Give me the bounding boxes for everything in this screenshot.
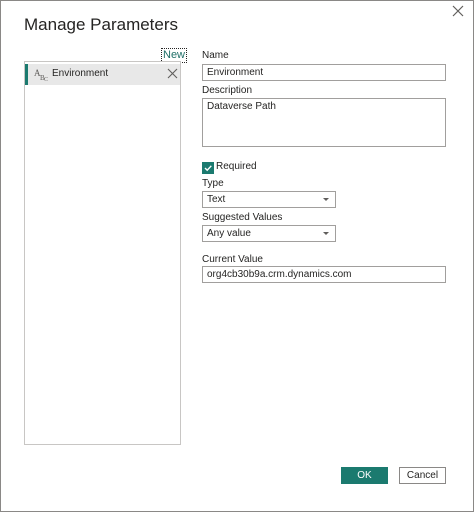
current-value-input[interactable]: org4cb30b9a.crm.dynamics.com bbox=[202, 266, 446, 283]
required-label: Required bbox=[216, 161, 257, 172]
manage-parameters-dialog: Manage Parameters New A B C Environment … bbox=[0, 0, 474, 512]
current-value-label: Current Value bbox=[202, 254, 263, 265]
text-type-icon: A B C bbox=[34, 68, 48, 82]
close-icon[interactable] bbox=[167, 68, 178, 79]
svg-text:C: C bbox=[44, 77, 48, 82]
dialog-title: Manage Parameters bbox=[24, 15, 179, 34]
close-icon bbox=[452, 5, 464, 17]
description-label: Description bbox=[202, 85, 253, 96]
parameter-list-item-label: Environment bbox=[52, 68, 109, 79]
suggested-values-select-value: Any value bbox=[207, 228, 251, 239]
type-label: Type bbox=[202, 178, 224, 189]
type-select[interactable]: Text bbox=[202, 191, 336, 208]
description-textarea[interactable]: Dataverse Path bbox=[202, 98, 446, 147]
type-select-value: Text bbox=[207, 194, 226, 205]
name-label: Name bbox=[202, 50, 229, 61]
cancel-button[interactable]: Cancel bbox=[399, 467, 446, 484]
parameter-list-item[interactable]: A B C Environment bbox=[25, 64, 180, 85]
suggested-values-label: Suggested Values bbox=[202, 212, 283, 223]
ok-button[interactable]: OK bbox=[341, 467, 388, 484]
parameter-list: A B C Environment bbox=[24, 61, 181, 445]
close-button[interactable] bbox=[450, 3, 466, 19]
chevron-down-icon bbox=[323, 232, 329, 235]
required-checkbox[interactable] bbox=[202, 162, 214, 174]
checkmark-icon bbox=[204, 165, 212, 172]
suggested-values-select[interactable]: Any value bbox=[202, 225, 336, 242]
name-input[interactable]: Environment bbox=[202, 64, 446, 81]
chevron-down-icon bbox=[323, 198, 329, 201]
